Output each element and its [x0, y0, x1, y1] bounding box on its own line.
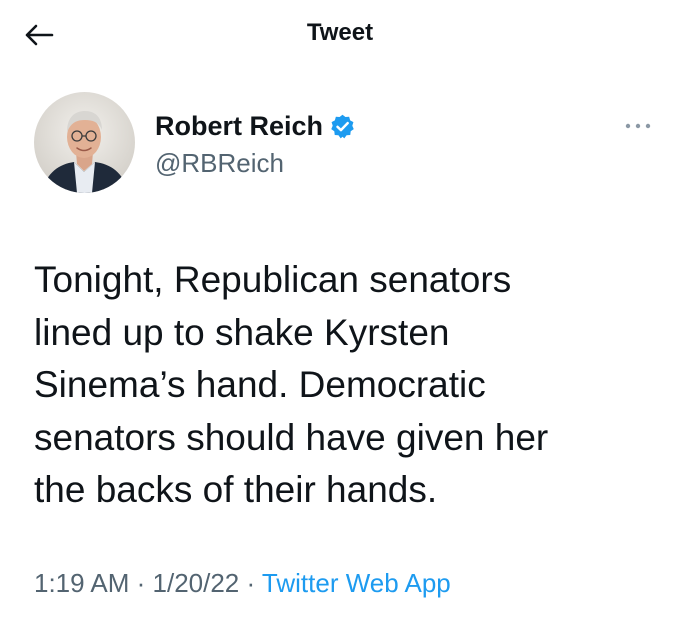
meta-separator: · [239, 568, 262, 598]
author-handle[interactable]: @RBReich [155, 147, 284, 179]
tweet-metadata: 1:19 AM · 1/20/22 · Twitter Web App [34, 567, 451, 599]
more-dots-icon [625, 123, 651, 129]
page-title: Tweet [306, 19, 374, 46]
avatar[interactable] [34, 92, 135, 193]
tweet-source-link[interactable]: Twitter Web App [262, 568, 451, 598]
meta-separator: · [129, 568, 153, 598]
tweet-text: Tonight, Republican senators lined up to… [34, 259, 549, 510]
author-name-line: Robert Reich [155, 110, 356, 142]
avatar-photo [34, 92, 135, 193]
author-name[interactable]: Robert Reich [155, 110, 323, 142]
tweet-author: Robert Reich @RBReich [34, 92, 654, 202]
top-bar: Tweet [0, 0, 680, 68]
verified-badge-icon [329, 113, 356, 140]
tweet-date[interactable]: 1/20/22 [153, 568, 240, 598]
tweet-time[interactable]: 1:19 AM [34, 568, 129, 598]
more-options-button[interactable] [621, 118, 655, 134]
